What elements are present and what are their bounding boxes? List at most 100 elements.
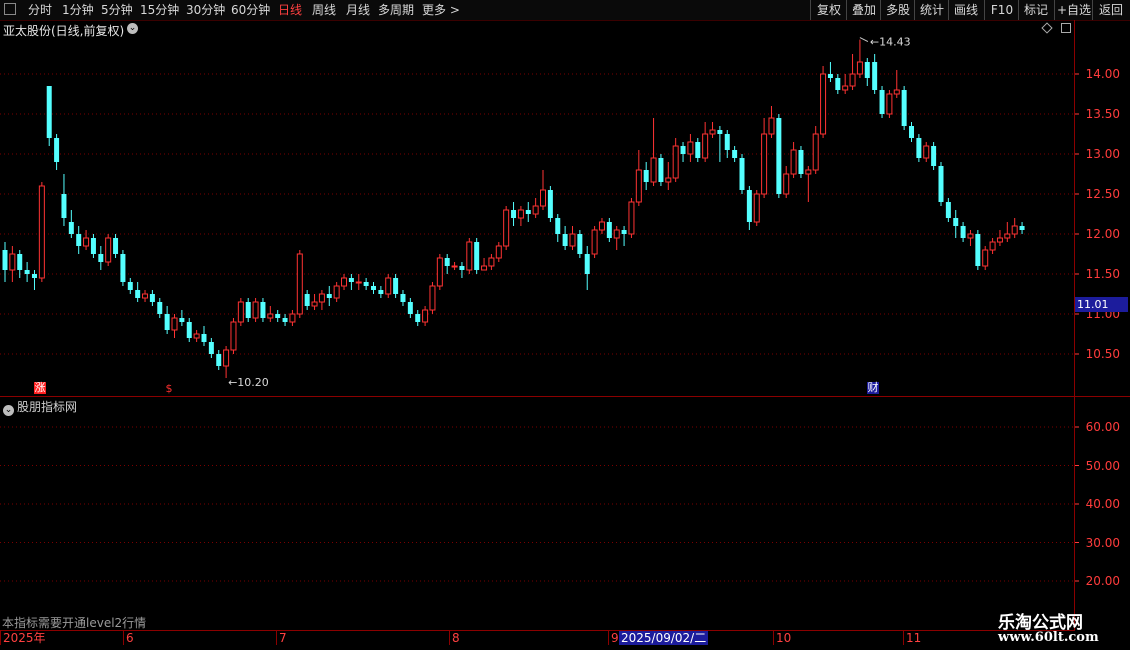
candle-body bbox=[916, 138, 922, 158]
candle-body bbox=[724, 134, 730, 150]
indicator-axis-label: 40.00 bbox=[1085, 497, 1120, 511]
limit-up-marker[interactable]: 涨 bbox=[34, 382, 46, 394]
candle-body bbox=[46, 86, 52, 138]
candle-body bbox=[208, 342, 214, 354]
candle-body bbox=[488, 257, 495, 267]
candle-body bbox=[216, 354, 222, 366]
candle-body bbox=[311, 301, 318, 307]
candle-body bbox=[9, 253, 16, 271]
candle-body bbox=[805, 169, 812, 175]
candle-body bbox=[318, 293, 325, 303]
candle-body bbox=[613, 229, 620, 239]
candle-body bbox=[680, 146, 686, 154]
date-axis-label: 6 bbox=[123, 631, 134, 645]
candle-body bbox=[436, 257, 443, 287]
candle-body bbox=[164, 314, 170, 330]
candle-body bbox=[687, 141, 694, 155]
candle-body bbox=[105, 237, 112, 263]
candle-body bbox=[975, 234, 981, 266]
candle-body bbox=[363, 282, 369, 286]
candle-body bbox=[739, 158, 745, 190]
indicator-axis-label: 50.00 bbox=[1085, 458, 1120, 473]
candle-body bbox=[525, 210, 531, 214]
candle-body bbox=[127, 282, 133, 290]
current-price-tag: 11.01 bbox=[1075, 297, 1128, 312]
candle-body bbox=[24, 270, 30, 274]
candle-body bbox=[157, 302, 163, 314]
candle-body bbox=[953, 218, 959, 226]
candle-body bbox=[113, 238, 119, 254]
candle-body bbox=[415, 314, 421, 322]
axis-divider bbox=[1074, 20, 1075, 630]
candle-body bbox=[1019, 226, 1025, 230]
candle-body bbox=[746, 190, 752, 222]
price-axis-label: 13.50 bbox=[1085, 107, 1120, 121]
candle-body bbox=[385, 277, 392, 295]
candle-body bbox=[511, 210, 517, 218]
date-axis-label: 9 bbox=[608, 631, 619, 645]
candle-body bbox=[598, 221, 605, 231]
candle-body bbox=[989, 241, 996, 251]
candle-body bbox=[532, 205, 539, 215]
candle-body bbox=[931, 146, 937, 166]
candle-body bbox=[643, 170, 649, 182]
chevron-down-icon[interactable]: ⌄ bbox=[3, 405, 14, 416]
candle-body bbox=[17, 254, 23, 270]
candle-body bbox=[68, 222, 74, 234]
candle-body bbox=[945, 202, 951, 218]
candle-body bbox=[179, 318, 185, 322]
date-axis-label: 2025年 bbox=[0, 631, 46, 645]
candle-body bbox=[451, 265, 458, 268]
financial-report-marker[interactable]: 财 bbox=[867, 382, 879, 394]
indicator-title: ⌄ 股朋指标网 bbox=[3, 398, 77, 416]
candle-body bbox=[296, 253, 303, 315]
candle-body bbox=[1004, 233, 1011, 239]
candle-body bbox=[798, 150, 804, 174]
candle-body bbox=[849, 73, 856, 87]
candle-body bbox=[658, 158, 664, 182]
candle-body bbox=[355, 281, 362, 284]
price-axis-label: 12.00 bbox=[1085, 227, 1120, 241]
candle-body bbox=[776, 118, 782, 194]
selected-date: 2025/09/02/二 bbox=[619, 631, 709, 645]
candle-body bbox=[135, 290, 141, 298]
high-marker-label: ←14.43 bbox=[870, 36, 911, 49]
candlestick-chart: ←14.43 ←10.20 bbox=[0, 36, 1079, 582]
candle-body bbox=[348, 278, 354, 282]
indicator-title-text: 股朋指标网 bbox=[17, 400, 78, 414]
candle-body bbox=[717, 130, 723, 134]
candle-body bbox=[517, 209, 524, 219]
candle-body bbox=[790, 149, 797, 175]
candle-body bbox=[142, 293, 149, 299]
date-axis-label: 11 bbox=[903, 631, 921, 645]
candle-body bbox=[201, 334, 207, 342]
candle-body bbox=[893, 89, 900, 95]
candle-body bbox=[584, 254, 590, 274]
candle-body bbox=[237, 301, 244, 323]
price-axis-label: 10.50 bbox=[1085, 347, 1120, 361]
candle-body bbox=[503, 209, 510, 247]
candle-body bbox=[393, 278, 399, 294]
candle-body bbox=[856, 61, 863, 75]
candle-body bbox=[90, 238, 96, 254]
candle-body bbox=[149, 294, 155, 302]
candle-body bbox=[474, 242, 480, 270]
candle-body bbox=[444, 258, 450, 266]
price-axis-label: 12.50 bbox=[1085, 187, 1120, 201]
indicator-axis-label: 30.00 bbox=[1085, 535, 1120, 550]
candle-body bbox=[768, 117, 775, 135]
indicator-axis-label: 20.00 bbox=[1085, 574, 1120, 588]
candle-body bbox=[591, 229, 598, 255]
candle-body bbox=[901, 90, 907, 126]
dividend-marker[interactable]: $ bbox=[163, 383, 175, 395]
candle-body bbox=[820, 73, 827, 135]
candle-body bbox=[555, 218, 561, 234]
candle-body bbox=[31, 274, 37, 278]
candle-body bbox=[289, 313, 296, 323]
candle-body bbox=[98, 254, 104, 262]
candle-body bbox=[732, 150, 738, 158]
date-axis: 2025年 6 7 8 9 10 11 bbox=[0, 630, 1075, 645]
candle-body bbox=[54, 138, 60, 162]
low-marker-label: ←10.20 bbox=[228, 376, 269, 389]
candle-body bbox=[783, 173, 790, 195]
